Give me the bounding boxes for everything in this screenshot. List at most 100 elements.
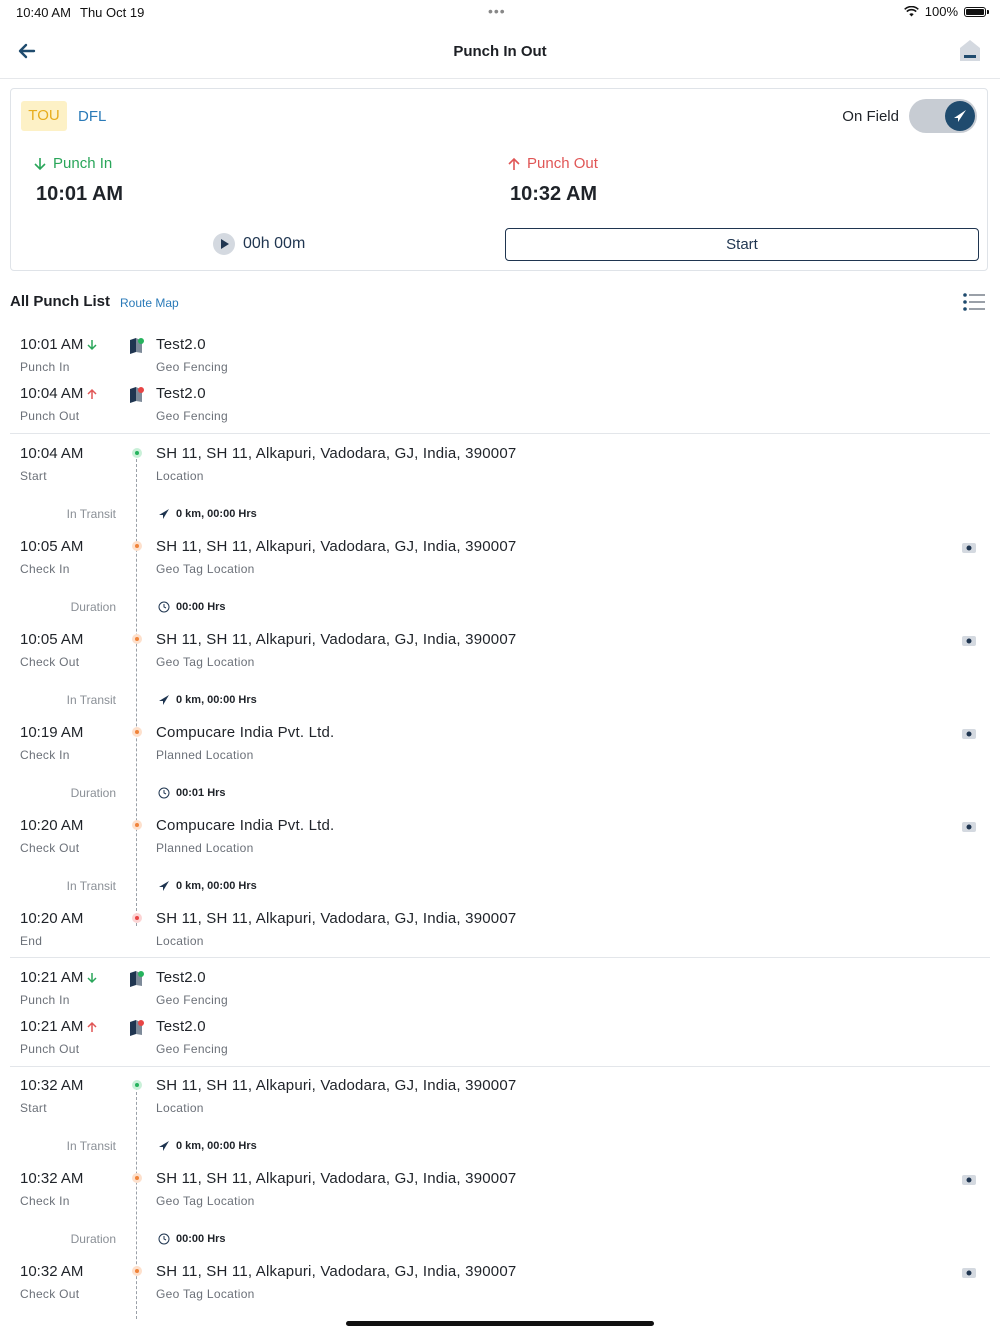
camera-icon[interactable]	[962, 1173, 976, 1185]
camera-icon[interactable]	[962, 1266, 976, 1278]
entry-time: 10:05 AM	[20, 631, 84, 648]
duration-label: Duration	[70, 600, 116, 614]
geo-fence-icon	[130, 1020, 144, 1036]
divider	[10, 957, 990, 958]
divider	[10, 433, 990, 434]
punch-in-label: Punch In	[53, 155, 113, 172]
clock-icon	[158, 1233, 170, 1245]
transit-label: In Transit	[66, 693, 116, 707]
entry-time: 10:21 AM	[20, 1018, 84, 1035]
entry-subtitle: Geo Tag Location	[156, 1287, 255, 1301]
arrow-up-icon	[87, 388, 97, 399]
entry-type: Check In	[20, 748, 70, 762]
punch-in-heading: Punch In	[33, 155, 112, 172]
status-bar: 10:40 AM Thu Oct 19 ••• 100%	[0, 0, 1000, 24]
punch-list-title: All Punch List	[10, 293, 111, 310]
entry-title: SH 11, SH 11, Alkapuri, Vadodara, GJ, In…	[156, 445, 517, 462]
status-time: 10:40 AM	[16, 5, 71, 20]
entry-time: 10:04 AM	[20, 385, 84, 402]
geo-fence-icon	[130, 387, 144, 403]
entry-time: 10:32 AM	[20, 1077, 84, 1094]
entry-title: Test2.0	[156, 385, 206, 402]
nav-bar: Punch In Out	[0, 24, 1000, 79]
entry-title: Compucare India Pvt. Ltd.	[156, 724, 335, 741]
entry-subtitle: Geo Fencing	[156, 993, 229, 1007]
clock-icon	[158, 601, 170, 613]
navigation-arrow-icon	[159, 1141, 169, 1151]
on-field-toggle[interactable]	[909, 99, 977, 133]
entry-subtitle: Geo Tag Location	[156, 1194, 255, 1208]
location-dot-icon	[132, 1266, 142, 1276]
entry-type: Check Out	[20, 841, 80, 855]
arrow-up-icon	[87, 1021, 97, 1032]
entry-time: 10:20 AM	[20, 817, 84, 834]
entry-title: SH 11, SH 11, Alkapuri, Vadodara, GJ, In…	[156, 1077, 517, 1094]
punch-in-time: 10:01 AM	[36, 183, 124, 205]
duration-value: 00:00 Hrs	[176, 601, 226, 613]
entry-time: 10:20 AM	[20, 910, 84, 927]
entry-title: Test2.0	[156, 336, 206, 353]
camera-icon[interactable]	[962, 820, 976, 832]
entry-type: Start	[20, 1101, 47, 1115]
entry-title: SH 11, SH 11, Alkapuri, Vadodara, GJ, In…	[156, 1263, 517, 1280]
route-map-link[interactable]: Route Map	[120, 296, 179, 310]
home-indicator[interactable]	[346, 1321, 654, 1326]
entry-subtitle: Planned Location	[156, 748, 254, 762]
arrow-up-icon	[508, 157, 520, 170]
location-dot-icon	[132, 820, 142, 830]
timeline-line	[136, 454, 137, 926]
duration-value: 00:00 Hrs	[176, 1233, 226, 1245]
timer: 00h 00m	[213, 233, 305, 255]
punch-summary-card: TOU DFL On Field Punch In 10:01 AM Punch…	[10, 88, 988, 271]
on-field-label: On Field	[842, 108, 899, 125]
entry-title: Test2.0	[156, 1018, 206, 1035]
transit-value: 0 km, 00:00 Hrs	[176, 508, 257, 520]
navigation-arrow-icon	[159, 509, 169, 519]
location-dot-icon	[132, 1080, 142, 1090]
tag-tou[interactable]: TOU	[21, 101, 67, 131]
arrow-down-icon	[87, 972, 97, 983]
camera-icon[interactable]	[962, 634, 976, 646]
entry-type: Check Out	[20, 655, 80, 669]
multitask-dots-icon[interactable]: •••	[488, 3, 506, 19]
list-menu-icon[interactable]	[962, 292, 986, 312]
arrow-down-icon	[87, 339, 97, 350]
location-dot-icon	[132, 1173, 142, 1183]
entry-subtitle: Geo Tag Location	[156, 655, 255, 669]
entry-type: Punch Out	[20, 1042, 80, 1056]
duration-label: Duration	[70, 786, 116, 800]
play-icon[interactable]	[213, 233, 235, 255]
entry-subtitle: Planned Location	[156, 841, 254, 855]
location-dot-icon	[132, 541, 142, 551]
clock-icon	[158, 787, 170, 799]
home-icon[interactable]	[958, 37, 982, 63]
entry-time-wrap: 10:01 AM	[20, 336, 98, 353]
entry-time: 10:32 AM	[20, 1263, 84, 1280]
entry-type: Punch In	[20, 993, 70, 1007]
page-title: Punch In Out	[453, 43, 547, 60]
status-right: 100%	[903, 4, 989, 19]
entry-type: Punch In	[20, 360, 70, 374]
tag-dfl[interactable]: DFL	[78, 108, 106, 125]
transit-label: In Transit	[66, 879, 116, 893]
entry-title: SH 11, SH 11, Alkapuri, Vadodara, GJ, In…	[156, 1170, 517, 1187]
entry-time: 10:21 AM	[20, 969, 84, 986]
start-button[interactable]: Start	[505, 228, 979, 261]
punch-out-heading: Punch Out	[507, 155, 598, 172]
entry-subtitle: Location	[156, 934, 204, 948]
entry-time-wrap: 10:21 AM	[20, 1018, 98, 1035]
camera-icon[interactable]	[962, 727, 976, 739]
entry-type: Check In	[20, 562, 70, 576]
navigation-arrow-icon	[954, 110, 966, 122]
camera-icon[interactable]	[962, 541, 976, 553]
battery-icon	[964, 6, 989, 17]
navigation-arrow-icon	[159, 881, 169, 891]
entry-type: Punch Out	[20, 409, 80, 423]
entry-title: SH 11, SH 11, Alkapuri, Vadodara, GJ, In…	[156, 910, 517, 927]
entry-subtitle: Location	[156, 1101, 204, 1115]
status-date: Thu Oct 19	[80, 5, 145, 20]
entry-type: Check Out	[20, 1287, 80, 1301]
arrow-down-icon	[34, 157, 46, 170]
geo-fence-icon	[130, 971, 144, 987]
timeline-line	[136, 1087, 137, 1319]
